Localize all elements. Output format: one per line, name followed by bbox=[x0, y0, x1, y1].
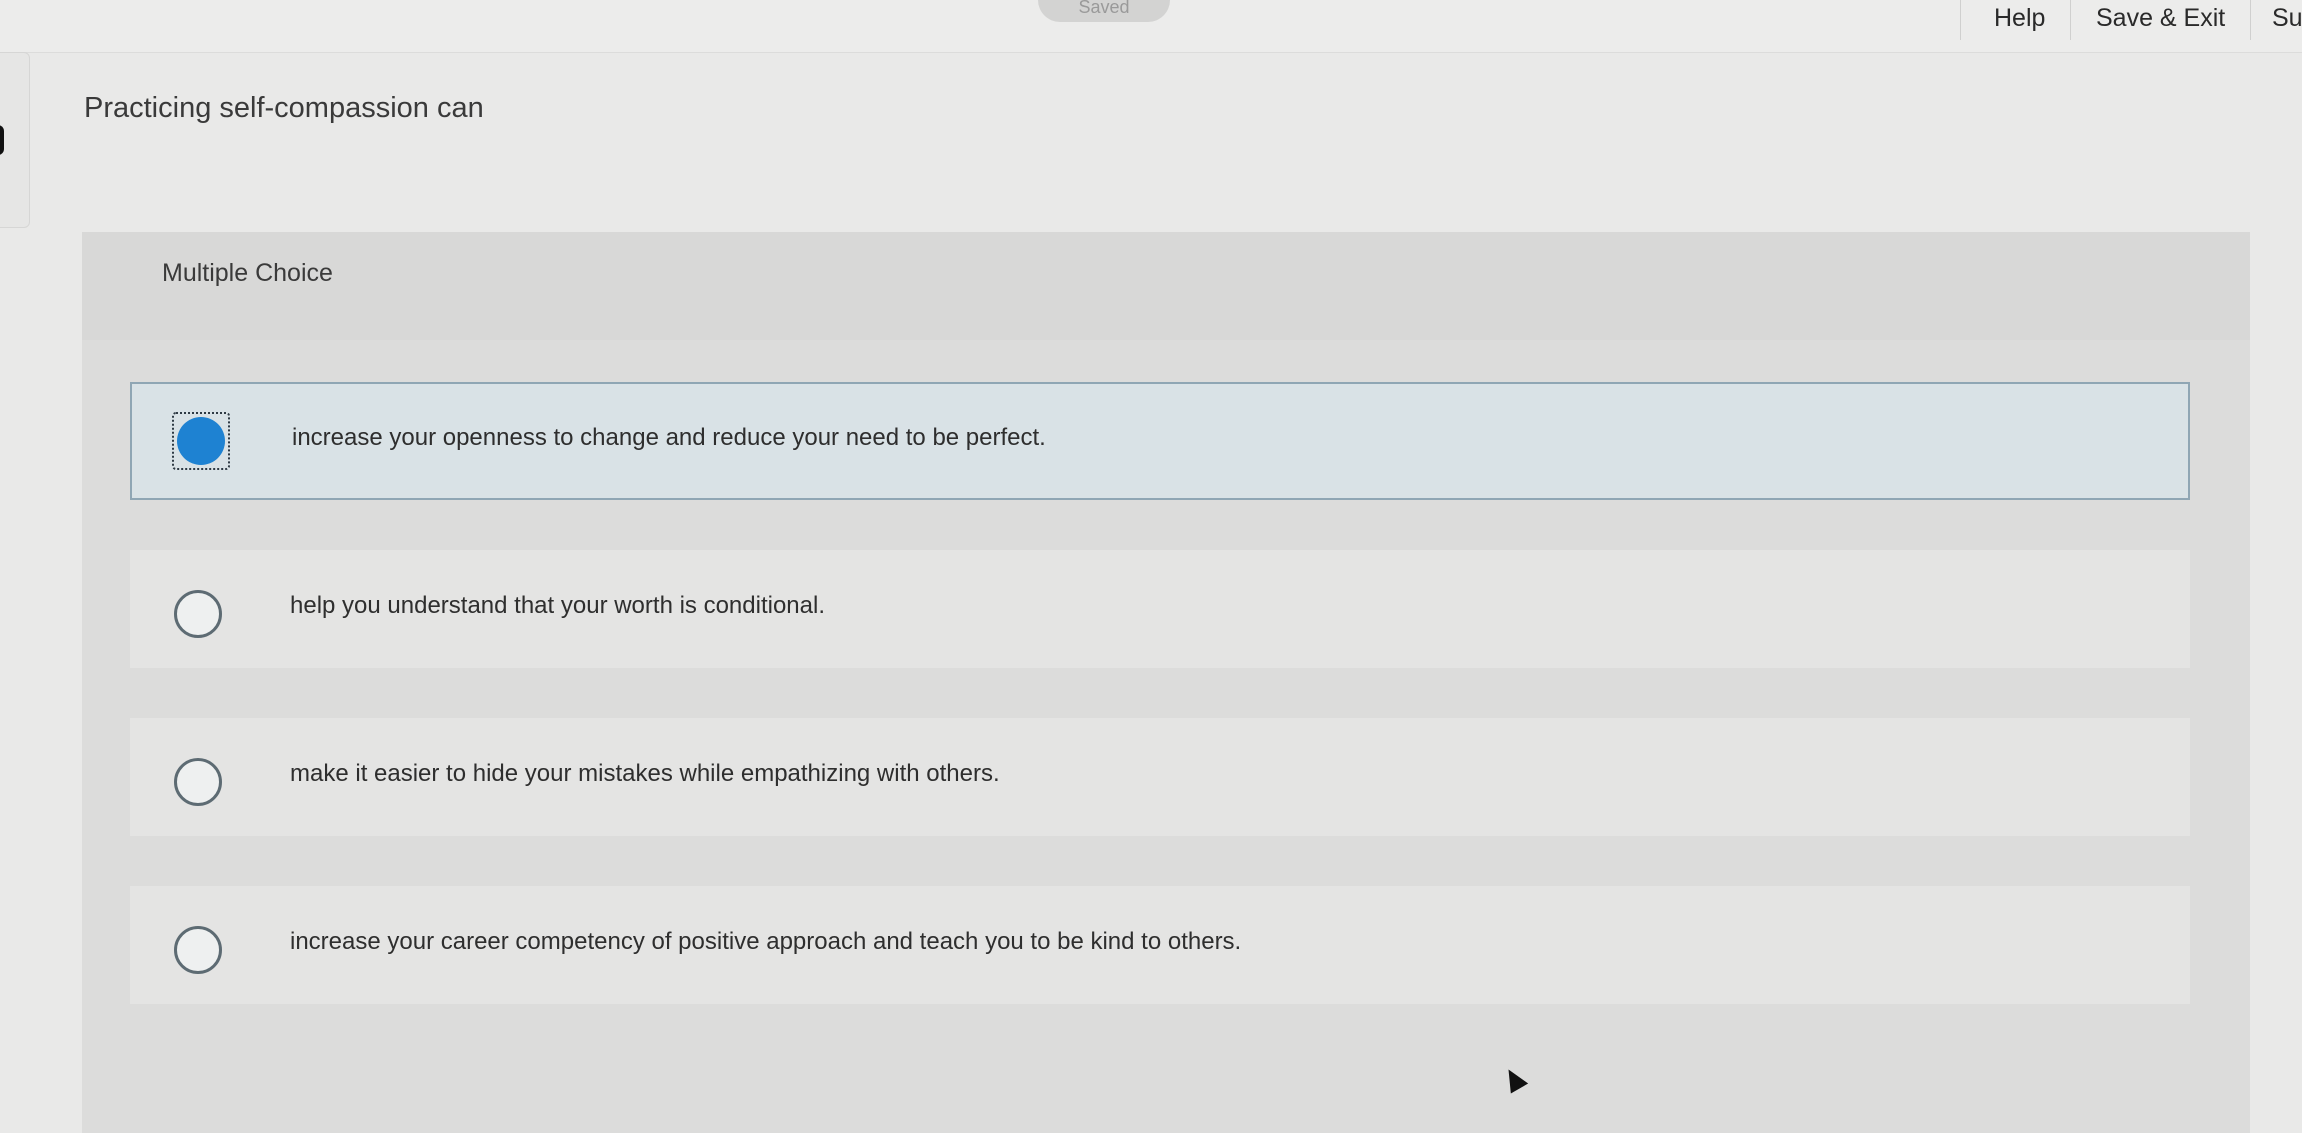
answer-option[interactable]: increase your career competency of posit… bbox=[130, 886, 2190, 1004]
answer-option-text: increase your career competency of posit… bbox=[290, 928, 1242, 955]
radio-unchecked-icon[interactable] bbox=[174, 926, 222, 974]
top-bar: Saved Help Save & Exit Su bbox=[0, 0, 2302, 53]
help-link[interactable]: Help bbox=[1994, 4, 2045, 33]
answer-option-text: help you understand that your worth is c… bbox=[290, 592, 825, 619]
answer-option[interactable]: increase your openness to change and red… bbox=[130, 382, 2190, 500]
radio-fill bbox=[177, 417, 225, 465]
radio-checked-icon[interactable] bbox=[172, 412, 230, 470]
radio-unchecked-icon[interactable] bbox=[174, 758, 222, 806]
topbar-divider bbox=[2250, 0, 2251, 40]
answer-option-text: make it easier to hide your mistakes whi… bbox=[290, 760, 1000, 787]
topbar-divider bbox=[1960, 0, 1961, 40]
topbar-divider bbox=[2070, 0, 2071, 40]
multiple-choice-header: Multiple Choice bbox=[82, 232, 2250, 340]
side-panel-handle[interactable] bbox=[0, 125, 4, 155]
answer-option[interactable]: help you understand that your worth is c… bbox=[130, 550, 2190, 668]
question-prompt: Practicing self-compassion can bbox=[84, 92, 484, 124]
multiple-choice-panel: Multiple Choice increase your openness t… bbox=[82, 232, 2250, 1133]
side-panel-tab[interactable] bbox=[0, 52, 30, 228]
submit-link[interactable]: Su bbox=[2272, 4, 2302, 33]
answer-option-text: increase your openness to change and red… bbox=[292, 424, 1046, 451]
answer-option[interactable]: make it easier to hide your mistakes whi… bbox=[130, 718, 2190, 836]
radio-unchecked-icon[interactable] bbox=[174, 590, 222, 638]
saved-status-pill: Saved bbox=[1038, 0, 1170, 22]
question-type-label: Multiple Choice bbox=[162, 259, 333, 287]
save-exit-link[interactable]: Save & Exit bbox=[2096, 4, 2225, 33]
